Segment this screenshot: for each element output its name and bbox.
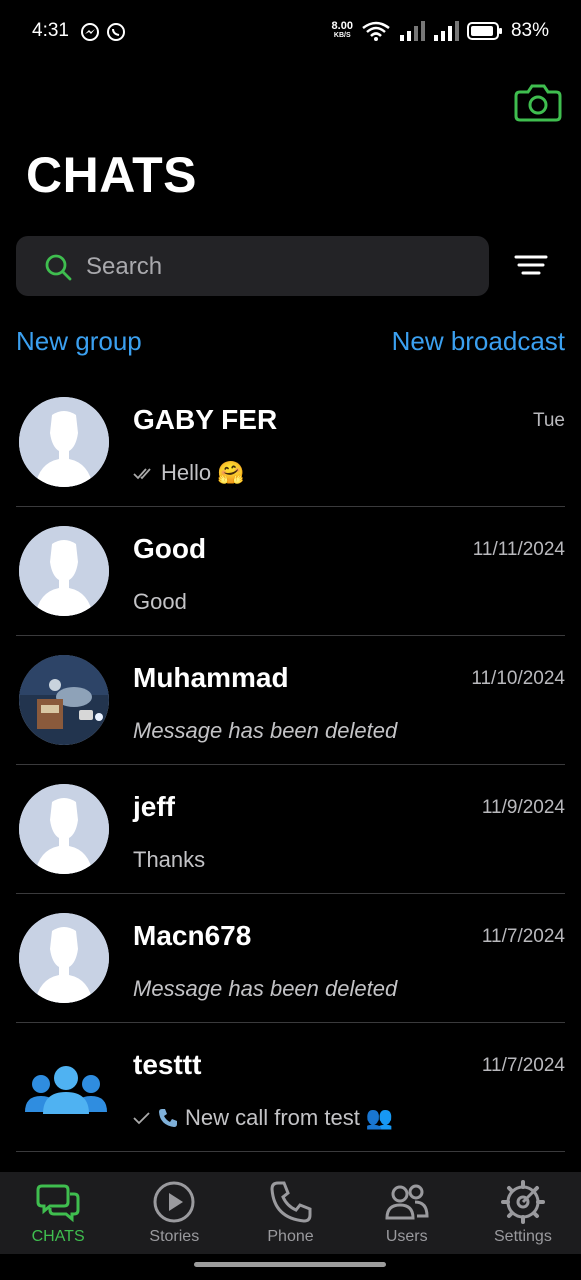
nav-settings[interactable]: Settings <box>465 1172 581 1254</box>
chat-row[interactable]: Macn678 11/7/2024 Message has been delet… <box>0 894 581 1023</box>
signal-icon <box>399 21 425 41</box>
nav-stories[interactable]: Stories <box>116 1172 232 1254</box>
nav-label: Stories <box>149 1228 200 1245</box>
chat-list: GABY FER Tue Hello 🤗 Good 11/11/2024 Goo… <box>0 378 581 1152</box>
phone-icon <box>269 1181 311 1223</box>
wifi-icon <box>362 21 390 41</box>
nav-chats[interactable]: CHATS <box>0 1172 116 1254</box>
battery-level: 83% <box>510 20 549 41</box>
chat-date: 11/7/2024 <box>481 1055 565 1076</box>
chat-name: Macn678 <box>133 920 252 951</box>
filter-icon[interactable] <box>510 250 552 282</box>
chat-preview: New call from test 👥 <box>133 1105 393 1131</box>
chat-preview: Thanks <box>133 847 205 873</box>
nav-label: Users <box>385 1228 428 1245</box>
people-emoji: 👥 <box>365 1105 394 1130</box>
nav-phone[interactable]: Phone <box>232 1172 348 1254</box>
link-row: New group New broadcast <box>16 326 565 362</box>
users-icon <box>385 1184 429 1220</box>
chat-preview: Message has been deleted <box>133 976 397 1002</box>
chat-date: 11/11/2024 <box>472 539 565 560</box>
chat-name: testtt <box>133 1049 202 1080</box>
chat-name: jeff <box>133 791 175 822</box>
chat-date: 11/10/2024 <box>471 668 565 689</box>
divider <box>16 1151 565 1152</box>
nav-label: CHATS <box>31 1228 85 1245</box>
status-app-icons <box>80 22 126 42</box>
nav-label: Settings <box>494 1228 552 1245</box>
chat-row[interactable]: testtt 11/7/2024 New call from test 👥 <box>0 1023 581 1152</box>
chat-preview: Message has been deleted <box>133 718 397 744</box>
chat-preview-text: Message has been deleted <box>133 718 398 743</box>
status-time: 4:31 <box>32 20 69 41</box>
search-icon <box>45 254 72 281</box>
chat-date: 11/7/2024 <box>481 926 565 947</box>
chat-preview: Good <box>133 589 187 615</box>
check-icon <box>133 1112 150 1125</box>
chat-row[interactable]: Muhammad 11/10/2024 Message has been del… <box>0 636 581 765</box>
chat-name: Good <box>133 533 207 564</box>
messenger-icon <box>81 23 99 41</box>
chat-row[interactable]: Good 11/11/2024 Good <box>0 507 581 636</box>
chat-preview-text: Thanks <box>133 847 206 872</box>
camera-icon[interactable] <box>514 82 562 122</box>
new-group-link[interactable]: New group <box>16 326 142 357</box>
status-indicators: 8.00 KB/S 83% <box>332 20 549 42</box>
chat-bubbles-icon <box>36 1184 80 1223</box>
battery-icon <box>466 22 502 40</box>
double-check-icon <box>133 468 151 480</box>
avatar-placeholder-icon <box>19 913 109 1003</box>
avatar-placeholder-icon <box>19 784 109 874</box>
chat-row[interactable]: GABY FER Tue Hello 🤗 <box>0 378 581 507</box>
chat-preview-text: Good <box>133 589 187 614</box>
chat-preview-text: Hello <box>161 460 212 485</box>
chat-name: GABY FER <box>133 404 278 435</box>
avatar-photo <box>19 655 109 745</box>
avatar-placeholder-icon <box>19 526 109 616</box>
chat-row[interactable]: jeff 11/9/2024 Thanks <box>0 765 581 894</box>
hugging-emoji: 🤗 <box>217 460 245 485</box>
play-circle-icon <box>153 1181 195 1223</box>
chat-date: Tue <box>532 410 565 431</box>
whatsapp-icon <box>107 23 125 41</box>
chat-preview-text: Message has been deleted <box>133 976 398 1001</box>
page-title: CHATS <box>26 147 198 203</box>
chat-preview-text: New call from test <box>185 1105 360 1130</box>
chat-preview: Hello 🤗 <box>133 460 245 486</box>
status-bar: 4:31 8.00 KB/S 83% <box>0 0 581 64</box>
group-icon <box>19 1042 109 1132</box>
bottom-nav: CHATS Stories Phone Users Settings <box>0 1172 581 1254</box>
nav-label: Phone <box>267 1228 314 1245</box>
phone-call-icon <box>159 1109 177 1127</box>
gear-icon <box>500 1180 545 1224</box>
home-indicator[interactable] <box>194 1262 386 1267</box>
chat-name: Muhammad <box>133 662 289 693</box>
chat-date: 11/9/2024 <box>481 797 565 818</box>
net-speed: 8.00 KB/S <box>331 20 353 40</box>
nav-users[interactable]: Users <box>349 1172 465 1254</box>
search-bar[interactable] <box>16 236 489 298</box>
new-broadcast-link[interactable]: New broadcast <box>392 326 565 357</box>
signal-icon-2 <box>433 21 459 41</box>
search-input[interactable] <box>84 236 468 298</box>
avatar-placeholder-icon <box>19 397 109 487</box>
